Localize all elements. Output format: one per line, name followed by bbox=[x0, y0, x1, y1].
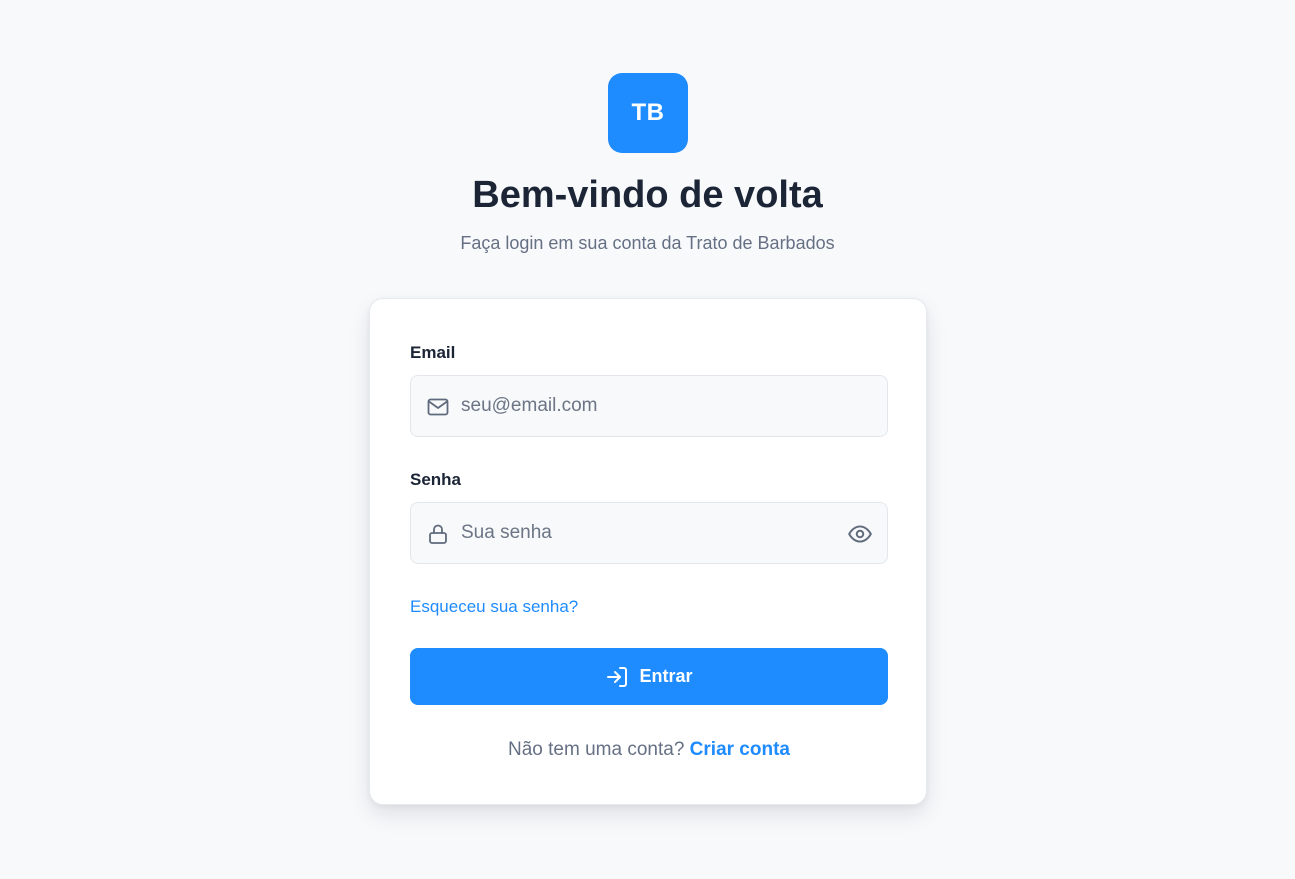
page-title: Bem-vindo de volta bbox=[472, 174, 823, 216]
password-label: Senha bbox=[410, 470, 462, 489]
page-subtitle: Faça login em sua conta da Trato de Barb… bbox=[460, 233, 835, 253]
logo-text: TB bbox=[631, 99, 665, 126]
signup-prompt-text: Não tem uma conta? bbox=[508, 739, 685, 760]
login-card: Email Senha Esqueceu sua senha? bbox=[369, 298, 927, 805]
brand-logo: TB bbox=[608, 73, 688, 153]
login-page: TB Bem-vindo de volta Faça login em sua … bbox=[0, 0, 1295, 879]
login-icon bbox=[607, 666, 628, 687]
mail-icon bbox=[427, 398, 449, 416]
signup-prompt: Não tem uma conta? Criar conta bbox=[370, 739, 928, 761]
forgot-password-link[interactable]: Esqueceu sua senha? bbox=[410, 597, 578, 617]
email-field[interactable] bbox=[410, 375, 888, 437]
signup-link[interactable]: Criar conta bbox=[690, 739, 790, 760]
password-field[interactable] bbox=[410, 502, 888, 564]
password-input[interactable] bbox=[461, 503, 841, 563]
login-button-label: Entrar bbox=[639, 666, 693, 686]
login-button[interactable]: Entrar bbox=[410, 648, 888, 705]
email-input[interactable] bbox=[461, 376, 841, 436]
eye-icon[interactable] bbox=[847, 521, 873, 547]
email-label: Email bbox=[410, 343, 456, 362]
lock-icon bbox=[429, 524, 447, 544]
